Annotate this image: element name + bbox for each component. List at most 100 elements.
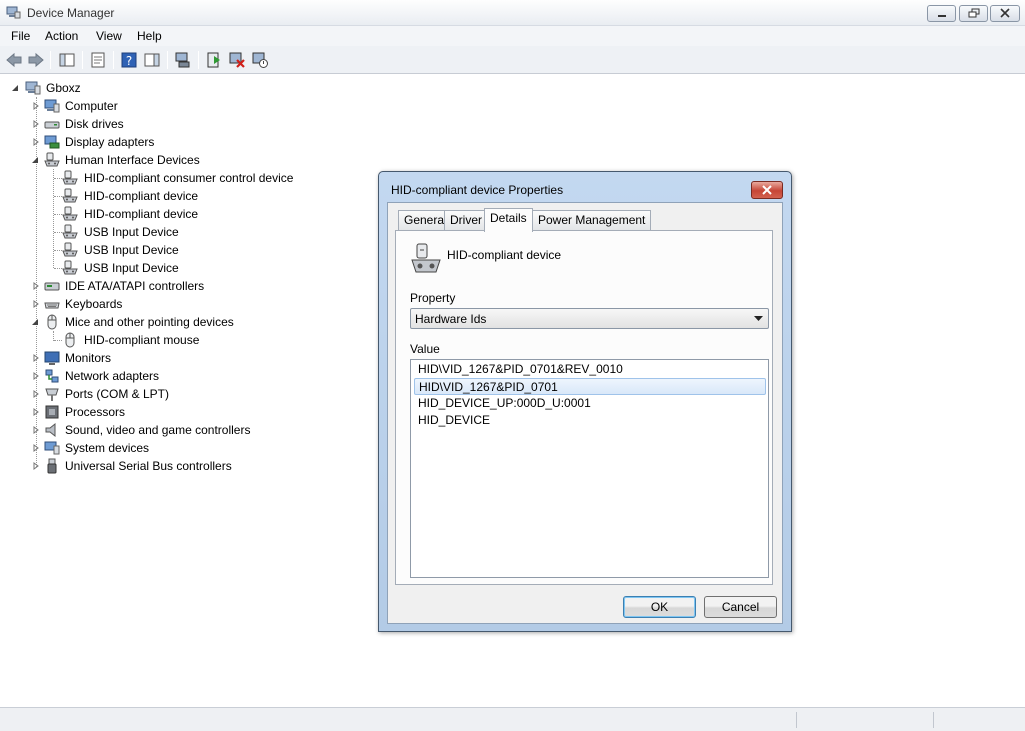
ide-controller-icon	[44, 282, 60, 291]
scan-hardware-icon[interactable]	[205, 51, 223, 69]
tree-category-label: Ports (COM & LPT)	[65, 387, 170, 401]
hid-device-icon	[411, 243, 441, 273]
action-pane-icon[interactable]	[143, 51, 161, 69]
tree-category[interactable]: Computer	[30, 97, 330, 115]
expand-arrow-icon[interactable]	[32, 372, 40, 380]
keyboard-icon	[44, 302, 60, 309]
cancel-button[interactable]: Cancel	[704, 596, 777, 618]
tree-category-label: Human Interface Devices	[65, 153, 200, 167]
expand-arrow-icon[interactable]	[32, 120, 40, 128]
tree-root[interactable]: Gboxz	[10, 79, 210, 97]
mouse-icon	[65, 332, 75, 348]
tree-category-label: Processors	[65, 405, 126, 419]
expand-arrow-icon[interactable]	[32, 138, 40, 146]
value-list-item[interactable]: HID\VID_1267&PID_0701&REV_0010	[414, 361, 766, 378]
value-list[interactable]: HID\VID_1267&PID_0701&REV_0010 HID\VID_1…	[410, 359, 769, 578]
property-dropdown[interactable]: Hardware Ids	[410, 308, 769, 329]
close-icon	[1000, 8, 1010, 18]
tree-category-label: System devices	[65, 441, 150, 455]
display-adapter-icon	[44, 135, 60, 149]
computer-icon	[44, 99, 60, 113]
expand-arrow-icon[interactable]	[32, 444, 40, 452]
hid-icon	[62, 260, 78, 275]
minimize-button[interactable]	[927, 5, 956, 22]
help-icon[interactable]: ?	[120, 51, 138, 69]
tree-device[interactable]: USB Input Device	[48, 241, 348, 259]
tree-category-label: Monitors	[65, 351, 112, 365]
tree-device[interactable]: HID-compliant device	[48, 205, 348, 223]
menu-view[interactable]: View	[96, 29, 122, 43]
sound-icon	[45, 422, 56, 438]
tree-category[interactable]: Disk drives	[30, 115, 330, 133]
tree-category-label: Universal Serial Bus controllers	[65, 459, 232, 473]
close-button[interactable]	[990, 5, 1020, 22]
device-manager-icon	[6, 6, 21, 19]
tab-details[interactable]: Details	[484, 208, 533, 232]
collapse-arrow-icon[interactable]	[31, 156, 39, 164]
menu-file[interactable]: File	[11, 29, 30, 43]
properties-dialog[interactable]: HID-compliant device Properties General …	[378, 171, 792, 632]
tree-category[interactable]: Universal Serial Bus controllers	[30, 457, 330, 475]
tree-category[interactable]: Monitors	[30, 349, 330, 367]
value-list-item-selected[interactable]: HID\VID_1267&PID_0701	[414, 378, 766, 395]
restore-button[interactable]	[959, 5, 988, 22]
menu-action[interactable]: Action	[45, 29, 78, 43]
properties-icon[interactable]	[89, 51, 107, 69]
mouse-icon	[47, 314, 57, 330]
update-driver-icon[interactable]	[174, 51, 192, 69]
expand-arrow-icon[interactable]	[32, 426, 40, 434]
tree-category[interactable]: Human Interface Devices	[30, 151, 330, 169]
expand-arrow-icon[interactable]	[32, 300, 40, 308]
uninstall-icon[interactable]	[228, 51, 246, 69]
tree-category-label: Keyboards	[65, 297, 123, 311]
tree-device[interactable]: HID-compliant consumer control device	[48, 169, 348, 187]
port-icon	[45, 388, 59, 401]
tree-category[interactable]: Display adapters	[30, 133, 330, 151]
menu-help[interactable]: Help	[137, 29, 162, 43]
expand-arrow-icon[interactable]	[32, 462, 40, 470]
dialog-body: General Driver Details Power Management …	[387, 202, 783, 624]
tab-power-management[interactable]: Power Management	[532, 210, 652, 230]
tree-category[interactable]: System devices	[30, 439, 330, 457]
minimize-icon	[937, 15, 946, 17]
property-label: Property	[410, 291, 456, 305]
tree-device-label: HID-compliant device	[84, 189, 199, 203]
tree-category[interactable]: Network adapters	[30, 367, 330, 385]
tree-category[interactable]: Processors	[30, 403, 330, 421]
property-dropdown-value: Hardware Ids	[415, 312, 487, 326]
collapse-arrow-icon[interactable]	[11, 84, 19, 92]
ok-button[interactable]: OK	[623, 596, 696, 618]
expand-arrow-icon[interactable]	[32, 408, 40, 416]
expand-arrow-icon[interactable]	[32, 390, 40, 398]
expand-arrow-icon[interactable]	[32, 102, 40, 110]
title-bar[interactable]: Device Manager	[0, 0, 1025, 26]
hid-icon	[44, 152, 60, 167]
hid-icon	[62, 188, 78, 203]
tree-device[interactable]: USB Input Device	[48, 223, 348, 241]
hid-icon	[62, 206, 78, 221]
dialog-close-button[interactable]	[751, 181, 783, 199]
tree-category-label: Disk drives	[65, 117, 124, 131]
tree-category[interactable]: Sound, video and game controllers	[30, 421, 330, 439]
svg-text:?: ?	[126, 54, 132, 68]
value-list-item[interactable]: HID_DEVICE_UP:000D_U:0001	[414, 395, 766, 412]
expand-arrow-icon[interactable]	[32, 354, 40, 362]
tree-category[interactable]: Ports (COM & LPT)	[30, 385, 330, 403]
tree-category-label: Computer	[65, 99, 118, 113]
disable-icon[interactable]	[251, 51, 269, 69]
tab-driver[interactable]: Driver	[444, 210, 488, 230]
tree-category[interactable]: IDE ATA/ATAPI controllers	[30, 277, 330, 295]
tree-category[interactable]: Keyboards	[30, 295, 330, 313]
status-bar	[0, 707, 1025, 731]
back-arrow-icon[interactable]	[5, 51, 23, 69]
forward-arrow-icon[interactable]	[27, 51, 45, 69]
hid-icon	[62, 224, 78, 239]
collapse-arrow-icon[interactable]	[31, 318, 39, 326]
console-tree-icon[interactable]	[58, 51, 76, 69]
tree-category[interactable]: Mice and other pointing devices	[30, 313, 330, 331]
tree-device[interactable]: HID-compliant mouse	[48, 331, 348, 349]
tree-device[interactable]: HID-compliant device	[48, 187, 348, 205]
value-list-item[interactable]: HID_DEVICE	[414, 412, 766, 429]
expand-arrow-icon[interactable]	[32, 282, 40, 290]
tree-device[interactable]: USB Input Device	[48, 259, 348, 277]
